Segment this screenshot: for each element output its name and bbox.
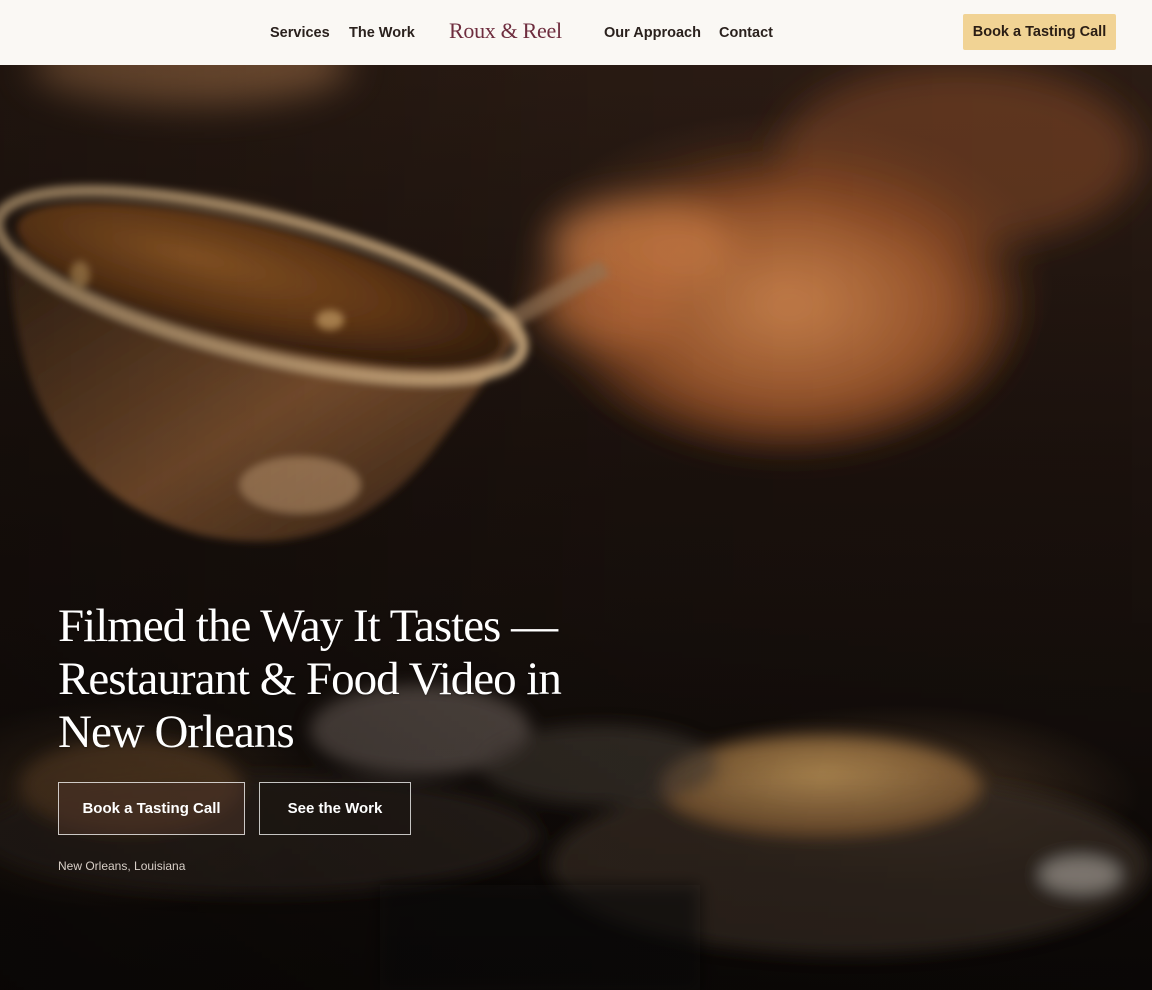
site-header: Services The Work Roux & Reel Our Approa… [0, 0, 1152, 65]
nav-link-contact[interactable]: Contact [719, 24, 773, 42]
hero-section: Filmed the Way It Tastes — Restaurant & … [0, 65, 1152, 990]
nav-link-services[interactable]: Services [270, 24, 330, 42]
hero-location-text: New Orleans, Louisiana [58, 859, 186, 873]
hero-title: Filmed the Way It Tastes — Restaurant & … [58, 600, 562, 758]
nav-link-the-work[interactable]: The Work [349, 24, 415, 42]
brand-logo[interactable]: Roux & Reel [449, 18, 562, 44]
hero-overlay [0, 65, 1152, 990]
page: Services The Work Roux & Reel Our Approa… [0, 0, 1152, 990]
hero-book-tasting-call-button[interactable]: Book a Tasting Call [58, 782, 245, 835]
nav-link-our-approach[interactable]: Our Approach [604, 24, 701, 42]
header-book-tasting-call-button[interactable]: Book a Tasting Call [963, 14, 1116, 50]
hero-see-the-work-button[interactable]: See the Work [259, 782, 411, 835]
